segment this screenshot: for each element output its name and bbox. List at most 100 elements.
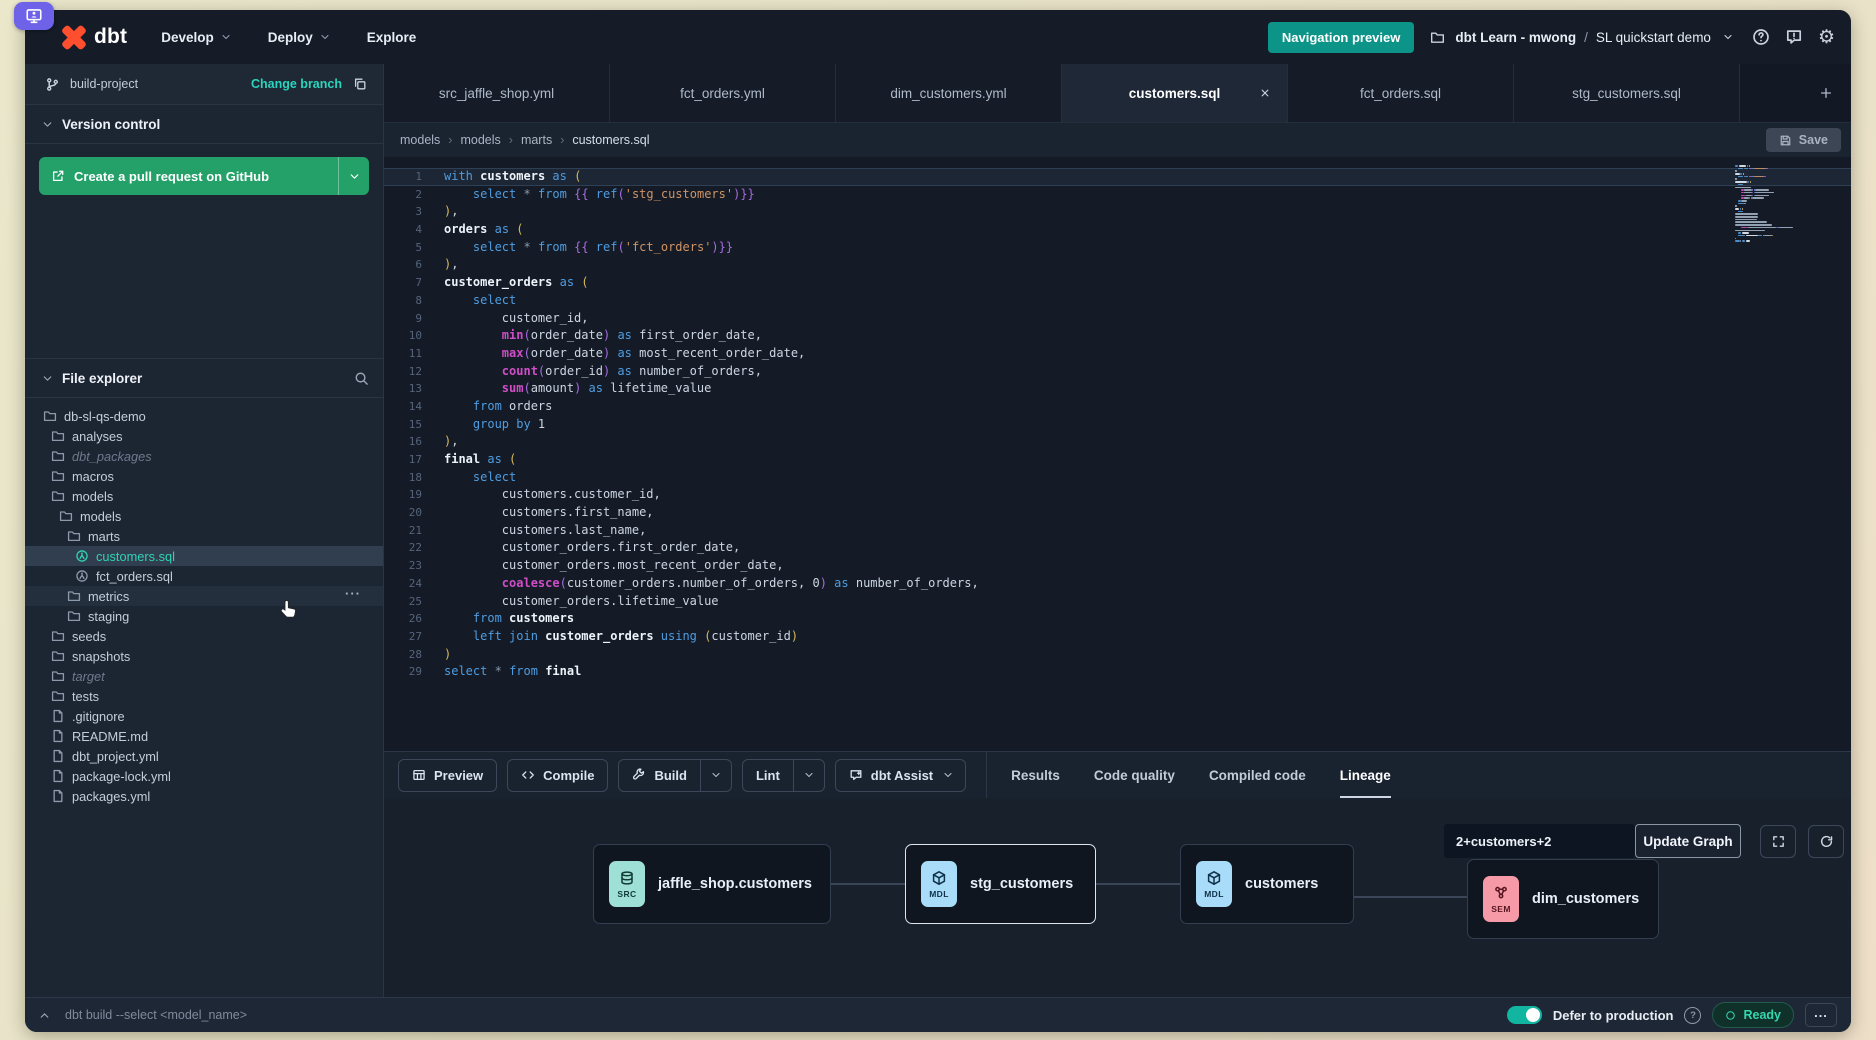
- code-line-25[interactable]: 25 customer_orders.lifetime_value: [384, 593, 1851, 611]
- navigation-preview-button[interactable]: Navigation preview: [1268, 22, 1414, 53]
- code-line-5[interactable]: 5 select * from {{ ref('fct_orders')}}: [384, 239, 1851, 257]
- help-icon[interactable]: [1752, 28, 1771, 47]
- defer-help-icon[interactable]: ?: [1684, 1007, 1701, 1024]
- tree-item-fct-orders-sql[interactable]: fct_orders.sql: [25, 566, 383, 586]
- tree-item-analyses[interactable]: analyses: [25, 426, 383, 446]
- menu-deploy[interactable]: Deploy: [268, 30, 331, 45]
- dropdown-toggle[interactable]: [700, 760, 731, 791]
- code-line-1[interactable]: 1with customers as (: [384, 168, 1851, 186]
- tree-item-metrics[interactable]: metrics···: [25, 586, 383, 606]
- code-editor[interactable]: 1with customers as (2 select * from {{ r…: [384, 157, 1851, 751]
- gear-icon[interactable]: ⚙: [1818, 28, 1835, 47]
- menu-explore[interactable]: Explore: [367, 30, 417, 45]
- build-button[interactable]: Build: [618, 759, 732, 792]
- lint-button[interactable]: Lint: [742, 759, 825, 792]
- code-line-20[interactable]: 20 customers.first_name,: [384, 504, 1851, 522]
- tree-item-db-sl-qs-demo[interactable]: db-sl-qs-demo: [25, 406, 383, 426]
- lineage-filter-input[interactable]: [1444, 824, 1635, 858]
- lineage-node-dim-customers[interactable]: SEMdim_customers: [1467, 859, 1659, 939]
- project-breadcrumb[interactable]: dbt Learn - mwong / SL quickstart demo: [1428, 28, 1738, 47]
- tree-item-package-lock-yml[interactable]: package-lock.yml: [25, 766, 383, 786]
- dropdown-toggle[interactable]: [793, 760, 824, 791]
- chevron-up-icon[interactable]: [33, 1005, 55, 1025]
- breadcrumb-item[interactable]: models: [460, 133, 500, 147]
- tree-item-seeds[interactable]: seeds: [25, 626, 383, 646]
- minimap[interactable]: [1735, 165, 1801, 243]
- code-line-10[interactable]: 10 min(order_date) as first_order_date,: [384, 327, 1851, 345]
- dbt-assist-button[interactable]: dbt Assist: [835, 759, 966, 792]
- copy-icon[interactable]: [350, 75, 369, 94]
- save-button[interactable]: Save: [1766, 128, 1841, 152]
- code-line-13[interactable]: 13 sum(amount) as lifetime_value: [384, 380, 1851, 398]
- tree-item-readme-md[interactable]: README.md: [25, 726, 383, 746]
- tree-item-dbt-project-yml[interactable]: dbt_project.yml: [25, 746, 383, 766]
- file-explorer-header[interactable]: File explorer: [25, 358, 383, 398]
- code-line-26[interactable]: 26 from customers: [384, 610, 1851, 628]
- breadcrumb-item[interactable]: models: [400, 133, 440, 147]
- tree-item-staging[interactable]: staging: [25, 606, 383, 626]
- code-line-7[interactable]: 7customer_orders as (: [384, 274, 1851, 292]
- tree-item-packages-yml[interactable]: packages.yml: [25, 786, 383, 806]
- code-line-21[interactable]: 21 customers.last_name,: [384, 522, 1851, 540]
- pr-button-dropdown[interactable]: [338, 157, 369, 195]
- tree-item-customers-sql[interactable]: customers.sql: [25, 546, 383, 566]
- menu-develop[interactable]: Develop: [161, 30, 232, 45]
- code-line-2[interactable]: 2 select * from {{ ref('stg_customers')}…: [384, 186, 1851, 204]
- lineage-node-stg-customers[interactable]: MDLstg_customers: [905, 844, 1096, 924]
- code-line-14[interactable]: 14 from orders: [384, 398, 1851, 416]
- lineage-node-customers[interactable]: MDLcustomers: [1180, 844, 1354, 924]
- code-line-9[interactable]: 9 customer_id,: [384, 310, 1851, 328]
- compile-button[interactable]: Compile: [507, 759, 608, 792]
- panel-tab-results[interactable]: Results: [1011, 752, 1060, 798]
- code-line-17[interactable]: 17final as (: [384, 451, 1851, 469]
- tab-dim-customers-yml[interactable]: dim_customers.yml: [836, 64, 1062, 122]
- defer-toggle[interactable]: [1507, 1006, 1542, 1024]
- tab-src-jaffle-shop-yml[interactable]: src_jaffle_shop.yml: [384, 64, 610, 122]
- tab-fct-orders-yml[interactable]: fct_orders.yml: [610, 64, 836, 122]
- tree-item-models[interactable]: models: [25, 506, 383, 526]
- breadcrumb-item[interactable]: customers.sql: [572, 133, 649, 147]
- refresh-button[interactable]: [1808, 825, 1844, 858]
- close-icon[interactable]: [1259, 87, 1271, 99]
- code-line-3[interactable]: 3),: [384, 203, 1851, 221]
- search-icon[interactable]: [354, 371, 369, 386]
- tree-item-dbt-packages[interactable]: dbt_packages: [25, 446, 383, 466]
- code-line-28[interactable]: 28): [384, 646, 1851, 664]
- lineage-node-jaffle-shop-customers[interactable]: SRCjaffle_shop.customers: [593, 844, 831, 924]
- tab-stg-customers-sql[interactable]: stg_customers.sql: [1514, 64, 1740, 122]
- preview-button[interactable]: Preview: [398, 759, 497, 792]
- code-line-4[interactable]: 4orders as (: [384, 221, 1851, 239]
- update-graph-button[interactable]: Update Graph: [1635, 824, 1741, 858]
- panel-tab-lineage[interactable]: Lineage: [1340, 752, 1391, 798]
- dbt-logo[interactable]: dbt: [61, 24, 127, 50]
- code-line-18[interactable]: 18 select: [384, 469, 1851, 487]
- lineage-canvas[interactable]: Update Graph SRCjaffle_shop.customers MDL…: [384, 798, 1851, 997]
- feedback-icon[interactable]: [1785, 28, 1804, 47]
- code-line-19[interactable]: 19 customers.customer_id,: [384, 486, 1851, 504]
- code-line-12[interactable]: 12 count(order_id) as number_of_orders,: [384, 363, 1851, 381]
- panel-tab-code-quality[interactable]: Code quality: [1094, 752, 1175, 798]
- code-line-16[interactable]: 16),: [384, 433, 1851, 451]
- tree-item-macros[interactable]: macros: [25, 466, 383, 486]
- tab-customers-sql[interactable]: customers.sql: [1062, 64, 1288, 122]
- change-branch-link[interactable]: Change branch: [251, 77, 342, 91]
- code-line-6[interactable]: 6),: [384, 256, 1851, 274]
- command-input[interactable]: dbt build --select <model_name>: [65, 1008, 247, 1022]
- code-line-22[interactable]: 22 customer_orders.first_order_date,: [384, 539, 1851, 557]
- code-line-11[interactable]: 11 max(order_date) as most_recent_order_…: [384, 345, 1851, 363]
- code-line-24[interactable]: 24 coalesce(customer_orders.number_of_or…: [384, 575, 1851, 593]
- code-line-8[interactable]: 8 select: [384, 292, 1851, 310]
- tree-item-models[interactable]: models: [25, 486, 383, 506]
- tab-fct-orders-sql[interactable]: fct_orders.sql: [1288, 64, 1514, 122]
- version-control-header[interactable]: Version control: [25, 105, 383, 144]
- tree-item-tests[interactable]: tests: [25, 686, 383, 706]
- breadcrumb-item[interactable]: marts: [521, 133, 552, 147]
- code-line-23[interactable]: 23 customer_orders.most_recent_order_dat…: [384, 557, 1851, 575]
- fullscreen-button[interactable]: [1760, 825, 1796, 858]
- tree-item-snapshots[interactable]: snapshots: [25, 646, 383, 666]
- new-tab-button[interactable]: [1819, 86, 1833, 100]
- code-line-29[interactable]: 29select * from final: [384, 663, 1851, 681]
- tree-item-marts[interactable]: marts: [25, 526, 383, 546]
- item-menu-button[interactable]: ···: [345, 586, 361, 601]
- create-pull-request-button[interactable]: Create a pull request on GitHub: [39, 157, 369, 195]
